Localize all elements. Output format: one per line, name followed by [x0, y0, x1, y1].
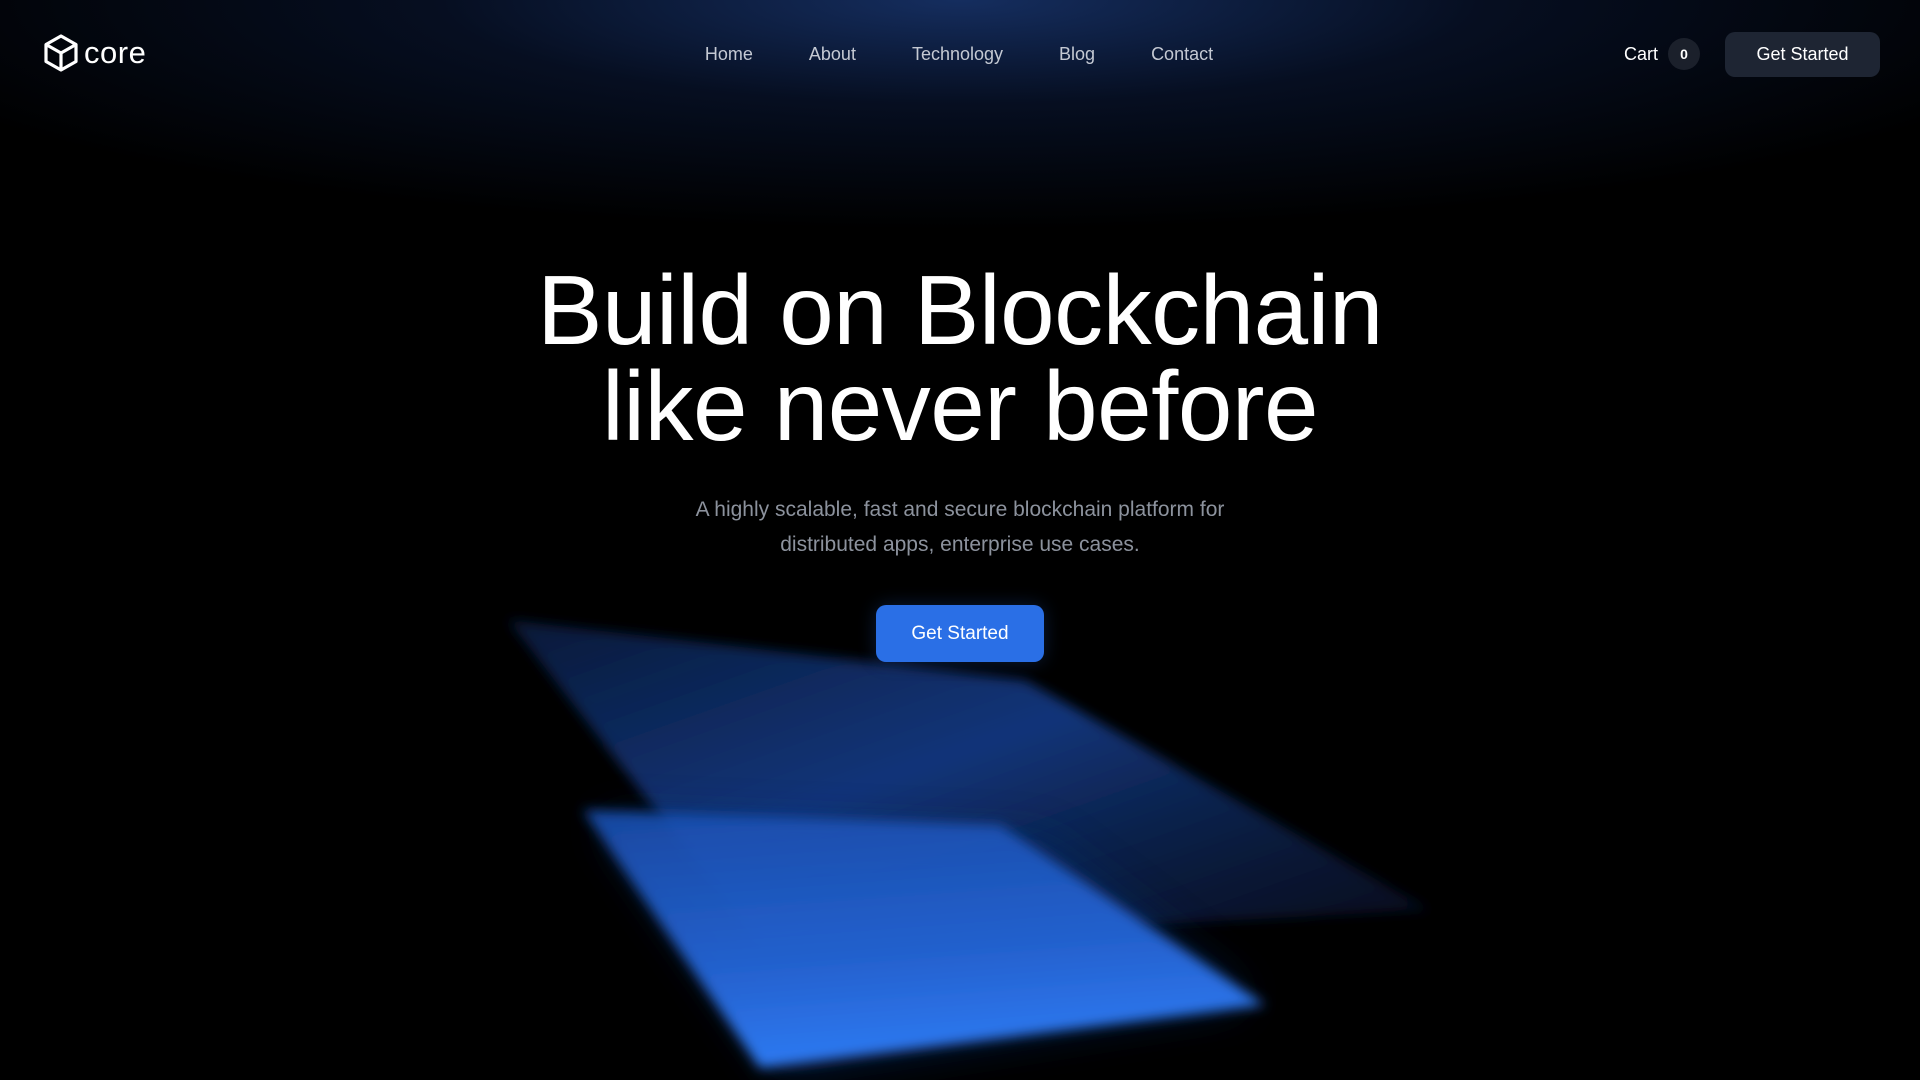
hero-subtitle-line-2: distributed apps, enterprise use cases.	[780, 533, 1140, 556]
header-get-started-button[interactable]: Get Started	[1725, 32, 1880, 77]
hero-get-started-button[interactable]: Get Started	[876, 605, 1044, 662]
hero-subtitle: A highly scalable, fast and secure block…	[0, 492, 1920, 562]
hero-title: Build on Blockchain like never before	[0, 255, 1920, 461]
cart-link[interactable]: Cart 0	[1624, 38, 1701, 70]
nav-link-about[interactable]: About	[809, 42, 856, 66]
nav-link-blog[interactable]: Blog	[1059, 42, 1095, 66]
nav-link-home[interactable]: Home	[705, 42, 753, 66]
brand-name: core	[84, 35, 147, 70]
cart-count-badge: 0	[1668, 38, 1701, 70]
landing-page: core Home About Technology Blog Contact …	[0, 0, 1920, 1080]
hero-subtitle-line-1: A highly scalable, fast and secure block…	[695, 498, 1225, 521]
nav-link-technology[interactable]: Technology	[912, 42, 1003, 66]
hero-title-line-2: like never before	[601, 351, 1319, 461]
brand-logo[interactable]: core	[44, 34, 146, 72]
cart-label: Cart	[1624, 44, 1659, 64]
site-header: core Home About Technology Blog Contact …	[0, 0, 1920, 108]
nav-link-contact[interactable]: Contact	[1151, 42, 1213, 66]
hero-title-line-1: Build on Blockchain	[537, 255, 1383, 365]
cube-icon	[44, 34, 78, 72]
